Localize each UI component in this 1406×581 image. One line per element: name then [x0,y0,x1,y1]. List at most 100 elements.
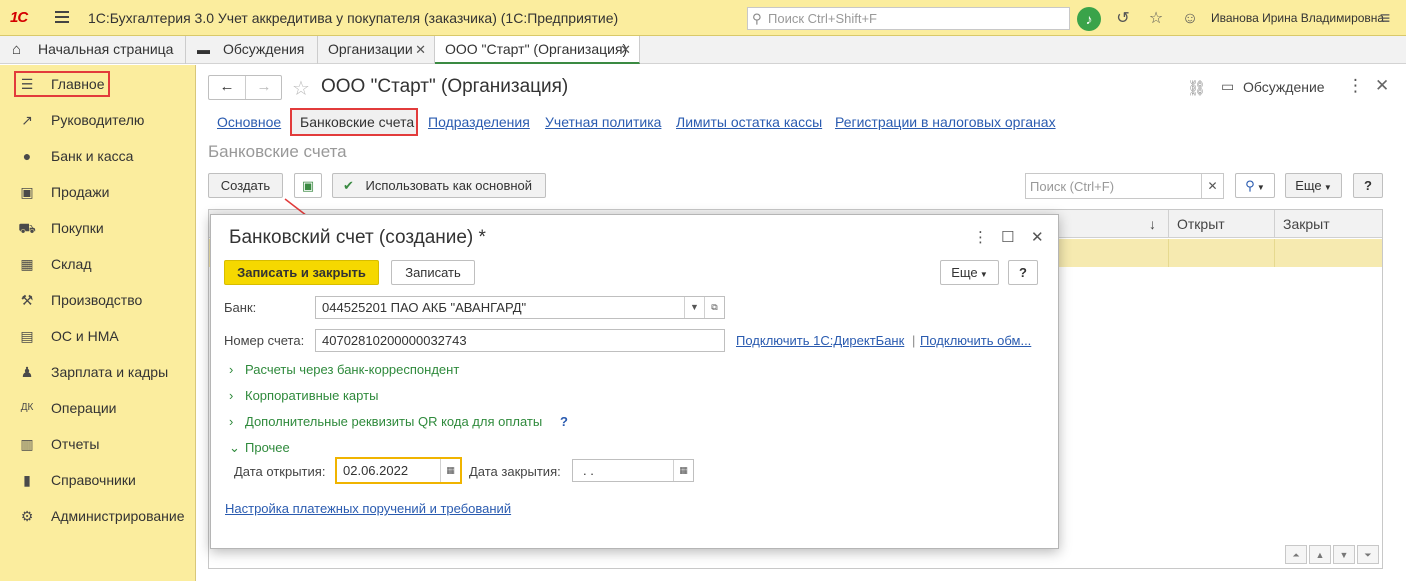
discussion-button[interactable]: Обсуждение [1243,79,1325,95]
more-label: Еще [1295,178,1322,193]
sort-arrow-icon[interactable]: ↓ [1149,210,1169,238]
tab-organizations[interactable]: Организации ✕ [318,36,435,64]
payment-settings-link[interactable]: Настройка платежных поручений и требован… [225,501,511,516]
sidebar-item-label: Покупки [51,220,104,236]
history-icon[interactable]: ↺ [1112,8,1134,30]
coin-icon: ● [22,148,32,164]
sidebar-item-label: Главное [51,76,105,92]
more-button[interactable]: Еще ▼ [1285,173,1342,198]
group-corporate-cards[interactable]: › Корпоративные карты [229,388,378,403]
open-icon[interactable]: ⧉ [704,297,724,318]
sidebar-item-production[interactable]: ⚒ Производство [0,282,196,318]
sidebar-item-sales[interactable]: ▣ Продажи [0,174,196,210]
link-icon[interactable]: ⛓ [1187,79,1206,97]
global-search-input[interactable] [768,10,1058,27]
account-number-field[interactable]: 40702810200000032743 [315,329,725,352]
sidebar-item-manager[interactable]: ↗ Руководителю [0,102,196,138]
maximize-icon[interactable]: ☐ [1001,228,1014,246]
close-dialog-icon[interactable]: ✕ [1031,228,1044,246]
list-search-input[interactable] [1030,177,1180,195]
sidebar-item-main[interactable]: ☰ Главное [0,66,196,102]
close-tab-icon[interactable]: ✕ [620,36,631,63]
section-link-main[interactable]: Основное [217,114,281,130]
section-link-bank-accounts[interactable]: Банковские счета [300,114,414,130]
sidebar-item-label: Банк и касса [51,148,134,164]
group-correspondent-bank[interactable]: › Расчеты через банк-корреспондент [229,362,459,377]
forward-arrow-icon[interactable]: → [246,76,282,99]
connect-directbank-link[interactable]: Подключить 1С:ДиректБанк [736,333,904,348]
save-button[interactable]: Записать [391,260,475,285]
group-qr-details[interactable]: › Дополнительные реквизиты QR кода для оп… [229,414,542,429]
sidebar-item-purchases[interactable]: ⛟ Покупки [0,210,196,246]
close-date-value: . . [583,463,594,478]
assets-icon: ▤ [20,328,34,344]
sidebar-item-label: Продажи [51,184,110,200]
sidebar-item-catalogs[interactable]: ▮ Справочники [0,462,196,498]
tab-organization-start[interactable]: ООО "Старт" (Организация) ✕ [435,36,640,64]
close-tab-icon[interactable]: ✕ [415,36,426,63]
dialog-more-icon[interactable]: ⋮ [973,228,988,246]
main-menu-icon[interactable] [55,11,69,23]
tab-home[interactable]: ⌂ Начальная страница [0,36,186,64]
dialog-help-button[interactable]: ? [1008,260,1038,285]
scroll-bottom-icon[interactable]: ⏷ [1357,545,1379,564]
operations-icon: ДК [20,402,34,413]
save-and-close-button[interactable]: Записать и закрыть [224,260,379,285]
sidebar-item-operations[interactable]: ДК Операции [0,390,196,426]
dialog-title: Банковский счет (создание) * [229,227,486,248]
user-icon[interactable]: ☺ [1179,8,1201,30]
sidebar-item-salary[interactable]: ♟ Зарплата и кадры [0,354,196,390]
dropdown-arrow-icon[interactable]: ▼ [684,297,704,318]
group-other[interactable]: ⌄ Прочее [229,440,290,456]
warehouse-icon: ▦ [20,256,34,272]
back-arrow-icon[interactable]: ← [209,76,246,99]
calendar-icon[interactable]: ▦ [440,459,460,482]
chevron-right-icon: › [229,414,234,429]
search-options-button[interactable]: ⚲ ▼ [1235,173,1275,198]
scroll-up-icon[interactable]: ▲ [1309,545,1331,564]
sidebar-item-admin[interactable]: ⚙ Администрирование [0,498,196,534]
create-button[interactable]: Создать [208,173,283,198]
chevron-down-icon: ⌄ [229,440,240,455]
more-actions-icon[interactable]: ⋮ [1347,76,1364,96]
help-button[interactable]: ? [1353,173,1383,198]
book-icon: ▮ [23,472,31,488]
close-date-label: Дата закрытия: [469,464,561,479]
bank-field[interactable]: 044525201 ПАО АКБ "АВАНГАРД" ▼ ⧉ [315,296,725,319]
notifications-bell-icon[interactable]: ♪ [1077,7,1101,31]
discussion-icon[interactable]: ▭ [1221,78,1234,95]
calendar-icon[interactable]: ▦ [673,460,693,481]
sidebar-item-assets[interactable]: ▤ ОС и НМА [0,318,196,354]
qr-help-icon[interactable]: ? [560,414,568,429]
section-link-tax-registrations[interactable]: Регистрации в налоговых органах [835,114,1056,130]
global-search[interactable]: ⚲ [747,7,1070,30]
sidebar-item-warehouse[interactable]: ▦ Склад [0,246,196,282]
dialog-more-button[interactable]: Еще ▼ [940,260,999,285]
sidebar-item-bank[interactable]: ● Банк и касса [0,138,196,174]
section-link-cash-limits[interactable]: Лимиты остатка кассы [676,114,822,130]
tab-label: Организации [328,41,413,57]
scroll-top-icon[interactable]: ⏶ [1285,545,1307,564]
group-label: Расчеты через банк-корреспондент [245,362,460,377]
app-logo: 1С [10,9,28,26]
section-link-departments[interactable]: Подразделения [428,114,530,130]
scroll-down-icon[interactable]: ▼ [1333,545,1355,564]
open-date-field[interactable]: 02.06.2022 ▦ [335,457,462,484]
column-closed[interactable]: Закрыт [1274,210,1382,238]
use-as-main-button[interactable]: ✔ Использовать как основной [332,173,546,198]
settings-menu-icon[interactable]: ≡ [1374,7,1396,29]
tab-discussions[interactable]: ▬ Обсуждения [186,36,318,64]
clear-search-icon[interactable]: ✕ [1201,174,1223,198]
copy-add-button[interactable]: ▣ [294,173,322,198]
favorite-star-icon[interactable]: ☆ [292,76,310,101]
checkmark-icon: ✔ [343,178,354,193]
sidebar-item-reports[interactable]: ▥ Отчеты [0,426,196,462]
sidebar-item-label: Склад [51,256,92,272]
section-link-accounting-policy[interactable]: Учетная политика [545,114,661,130]
connect-exchange-link[interactable]: Подключить обм... [920,333,1031,348]
column-opened[interactable]: Открыт [1168,210,1274,238]
close-form-icon[interactable]: ✕ [1375,76,1389,96]
user-name[interactable]: Иванова Ирина Владимировна [1211,11,1384,25]
favorites-star-icon[interactable]: ☆ [1145,8,1167,30]
close-date-field[interactable]: . . ▦ [572,459,694,482]
